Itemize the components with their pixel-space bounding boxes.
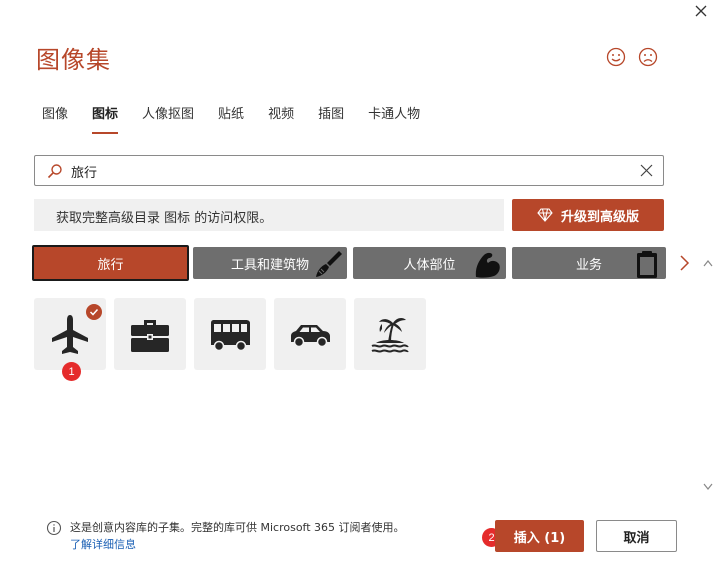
- tab-icons[interactable]: 图标: [92, 106, 119, 134]
- category-label: 工具和建筑物: [230, 257, 309, 273]
- tab-illustrations[interactable]: 插图: [318, 106, 344, 132]
- search-input[interactable]: 旅行: [71, 162, 97, 181]
- subset-notice-text: 这是创意内容库的子集。完整的库可供 Microsoft 365 订阅者使用。: [70, 521, 405, 534]
- palm-island-icon: [371, 318, 409, 353]
- category-body-parts[interactable]: 人体部位: [353, 247, 506, 279]
- promo-text: 获取完整高级目录 图标 的访问权限。: [56, 211, 273, 226]
- tab-cartoon-people[interactable]: 卡通人物: [368, 106, 420, 132]
- category-tools-buildings[interactable]: 工具和建筑物: [193, 247, 347, 279]
- search-icon: [47, 164, 62, 179]
- frown-feedback-icon[interactable]: [638, 47, 658, 67]
- category-label: 业务: [575, 257, 602, 273]
- cancel-button[interactable]: 取消: [596, 520, 677, 552]
- category-travel[interactable]: 旅行: [32, 245, 189, 281]
- bicep-icon: [475, 252, 500, 278]
- tab-bar: 图像 图标 人像抠图 贴纸 视频 插图 卡通人物: [42, 106, 444, 134]
- tab-videos[interactable]: 视频: [268, 106, 294, 132]
- icon-tile-briefcase[interactable]: [114, 298, 186, 370]
- category-carousel: 旅行 工具和建筑物 人体部位 业务: [32, 245, 666, 281]
- tab-stickers[interactable]: 贴纸: [218, 106, 244, 132]
- scroll-up-arrow-icon[interactable]: [702, 258, 714, 268]
- search-box[interactable]: 旅行: [34, 155, 664, 186]
- paintbrush-icon: [316, 251, 342, 277]
- category-label: 人体部位: [403, 257, 456, 273]
- learn-more-link[interactable]: 了解详细信息: [70, 536, 136, 552]
- car-icon: [291, 325, 330, 348]
- airplane-icon: [52, 315, 88, 354]
- diamond-icon: [537, 208, 553, 222]
- scroll-down-arrow-icon[interactable]: [702, 482, 714, 492]
- icon-tile-bus[interactable]: [194, 298, 266, 370]
- chevron-right-icon[interactable]: [678, 254, 690, 272]
- close-icon[interactable]: [694, 4, 708, 18]
- tab-cutout-people[interactable]: 人像抠图: [142, 106, 194, 132]
- category-label: 旅行: [97, 257, 124, 273]
- scrollbar-track[interactable]: [706, 272, 710, 478]
- clipboard-icon: [637, 251, 657, 278]
- category-business[interactable]: 业务: [512, 247, 666, 279]
- bus-icon: [211, 320, 250, 352]
- upgrade-premium-button[interactable]: 升级到高级版: [512, 199, 664, 231]
- premium-promo-banner: 获取完整高级目录 图标 的访问权限。: [34, 199, 504, 231]
- tab-images[interactable]: 图像: [42, 106, 68, 132]
- dialog-title: 图像集: [36, 46, 111, 74]
- selected-check-icon: [86, 304, 102, 320]
- clear-search-icon[interactable]: [640, 164, 653, 177]
- smile-feedback-icon[interactable]: [606, 47, 626, 67]
- briefcase-icon: [131, 320, 169, 352]
- step-badge-1: 1: [62, 362, 81, 381]
- icon-tile-airplane[interactable]: [34, 298, 106, 370]
- info-icon: [46, 520, 62, 536]
- insert-button[interactable]: 插入 (1): [495, 520, 584, 552]
- icon-tile-car[interactable]: [274, 298, 346, 370]
- upgrade-label: 升级到高级版: [560, 209, 639, 225]
- icon-tile-island[interactable]: [354, 298, 426, 370]
